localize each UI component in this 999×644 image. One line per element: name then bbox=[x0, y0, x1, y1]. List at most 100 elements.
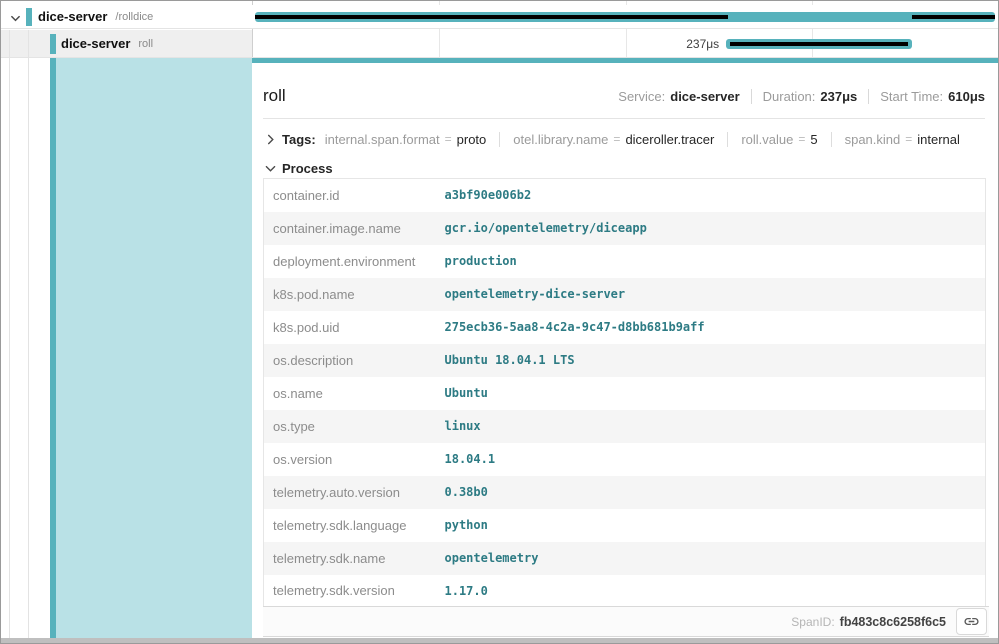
process-key: telemetry.auto.version bbox=[264, 476, 445, 509]
process-key: os.version bbox=[264, 443, 445, 476]
process-key: k8s.pod.name bbox=[264, 278, 445, 311]
process-table-row: telemetry.sdk.version1.17.0 bbox=[264, 575, 986, 608]
meta-divider bbox=[868, 89, 869, 104]
tags-label[interactable]: Tags: bbox=[282, 132, 316, 147]
meta-label: Duration: bbox=[763, 89, 816, 104]
process-key: container.id bbox=[264, 179, 445, 212]
tag-item: internal.span.format = proto bbox=[322, 132, 500, 147]
process-value: opentelemetry-dice-server bbox=[445, 278, 986, 311]
process-value: 0.38b0 bbox=[445, 476, 986, 509]
chevron-right-icon[interactable] bbox=[263, 134, 277, 145]
process-key: container.image.name bbox=[264, 212, 445, 245]
tag-key: internal.span.format bbox=[325, 132, 440, 147]
process-value: a3bf90e006b2 bbox=[445, 179, 986, 212]
meta-item: Duration: 237μs bbox=[763, 89, 858, 104]
process-key: deployment.environment bbox=[264, 245, 445, 278]
critical-path-segment bbox=[912, 15, 995, 19]
tag-equals: = bbox=[445, 132, 452, 146]
critical-path-segment bbox=[730, 42, 909, 46]
process-key-value-table: container.ida3bf90e006b2container.image.… bbox=[263, 178, 986, 608]
span-color-bar bbox=[50, 34, 56, 54]
meta-divider bbox=[751, 89, 752, 104]
span-timeline-rows: dice-server /rolldice dice-server roll 2… bbox=[1, 1, 998, 58]
tag-item: span.kind = internal bbox=[831, 132, 973, 147]
process-value: 18.04.1 bbox=[445, 443, 986, 476]
tag-key: span.kind bbox=[845, 132, 901, 147]
process-value: 1.17.0 bbox=[445, 575, 986, 608]
span-service-name: dice-server bbox=[61, 36, 130, 51]
meta-value: dice-server bbox=[670, 89, 739, 104]
process-key: telemetry.sdk.version bbox=[264, 575, 445, 608]
collapse-chevron-icon[interactable] bbox=[7, 10, 23, 26]
trace-detail-view: dice-server /rolldice dice-server roll 2… bbox=[0, 0, 999, 644]
spanid-label: SpanID: bbox=[791, 615, 834, 629]
process-key: os.type bbox=[264, 410, 445, 443]
process-table-row: container.ida3bf90e006b2 bbox=[264, 179, 986, 212]
spanid-value: fb483c8c6258f6c5 bbox=[840, 615, 946, 629]
tag-equals: = bbox=[905, 132, 912, 146]
tag-key: roll.value bbox=[741, 132, 793, 147]
selected-span-left-pane bbox=[1, 58, 252, 639]
tag-key: otel.library.name bbox=[513, 132, 608, 147]
window-bottom-edge bbox=[1, 638, 998, 643]
process-key: telemetry.sdk.name bbox=[264, 542, 445, 575]
process-value: python bbox=[445, 509, 986, 542]
process-table-row: os.typelinux bbox=[264, 410, 986, 443]
selected-span-highlight bbox=[56, 58, 252, 639]
tree-guide-line bbox=[9, 58, 10, 639]
process-label[interactable]: Process bbox=[282, 161, 333, 176]
process-table-row: k8s.pod.nameopentelemetry-dice-server bbox=[264, 278, 986, 311]
link-icon bbox=[963, 613, 980, 630]
span-row-rolldice[interactable]: dice-server /rolldice bbox=[1, 5, 998, 29]
span-detail-panel: roll Service: dice-server Duration: 237μs St… bbox=[252, 58, 998, 633]
span-detail-footer: SpanID: fb483c8c6258f6c5 bbox=[263, 606, 989, 637]
chevron-down-icon[interactable] bbox=[263, 164, 277, 173]
header-divider bbox=[263, 118, 985, 119]
process-key: os.name bbox=[264, 377, 445, 410]
span-row-roll[interactable]: dice-server roll 237μs bbox=[1, 30, 998, 58]
process-table-row: deployment.environmentproduction bbox=[264, 245, 986, 278]
span-row-label[interactable]: dice-server roll bbox=[1, 30, 252, 57]
tag-equals: = bbox=[798, 132, 805, 146]
span-duration-label: 237μs bbox=[686, 37, 726, 51]
span-bar-track bbox=[253, 5, 997, 28]
process-table-row: container.image.namegcr.io/opentelemetry… bbox=[264, 212, 986, 245]
tag-value: 5 bbox=[810, 132, 817, 147]
process-value: opentelemetry bbox=[445, 542, 986, 575]
tag-item: roll.value = 5 bbox=[727, 132, 830, 147]
span-meta: Service: dice-server Duration: 237μs Start T… bbox=[618, 89, 985, 104]
tags-summary: internal.span.format = proto otel.library.n… bbox=[322, 132, 973, 147]
process-section-toggle[interactable]: Process bbox=[263, 158, 333, 178]
process-table-row: os.descriptionUbuntu 18.04.1 LTS bbox=[264, 344, 986, 377]
span-detail-header: roll Service: dice-server Duration: 237μs St… bbox=[263, 75, 985, 117]
process-table-row: telemetry.auto.version0.38b0 bbox=[264, 476, 986, 509]
meta-label: Start Time: bbox=[880, 89, 943, 104]
process-key: k8s.pod.uid bbox=[264, 311, 445, 344]
tag-item: otel.library.name = diceroller.tracer bbox=[499, 132, 727, 147]
process-value: Ubuntu 18.04.1 LTS bbox=[445, 344, 986, 377]
process-value: linux bbox=[445, 410, 986, 443]
tag-value: internal bbox=[917, 132, 960, 147]
span-service-name: dice-server bbox=[38, 9, 107, 24]
process-table-row: k8s.pod.uid275ecb36-5aa8-4c2a-9c47-d8bb6… bbox=[264, 311, 986, 344]
span-title: roll bbox=[263, 86, 286, 106]
tag-equals: = bbox=[613, 132, 620, 146]
process-table-row: telemetry.sdk.languagepython bbox=[264, 509, 986, 542]
meta-value: 610μs bbox=[948, 89, 985, 104]
meta-label: Service: bbox=[618, 89, 665, 104]
span-bar-track: 237μs bbox=[253, 30, 997, 57]
critical-path-segment bbox=[255, 15, 727, 19]
meta-item: Start Time: 610μs bbox=[880, 89, 985, 104]
deep-link-button[interactable] bbox=[956, 608, 987, 635]
span-operation-name: roll bbox=[138, 38, 153, 50]
tags-section-toggle[interactable]: Tags: internal.span.format = proto otel.lib… bbox=[263, 125, 985, 153]
tag-value: diceroller.tracer bbox=[625, 132, 714, 147]
tree-guide-line bbox=[28, 58, 29, 639]
span-row-label[interactable]: dice-server /rolldice bbox=[1, 5, 252, 28]
process-value: 275ecb36-5aa8-4c2a-9c47-d8bb681b9aff bbox=[445, 311, 986, 344]
process-table-row: os.nameUbuntu bbox=[264, 377, 986, 410]
tag-value: proto bbox=[457, 132, 487, 147]
process-value: production bbox=[445, 245, 986, 278]
meta-value: 237μs bbox=[820, 89, 857, 104]
span-color-bar bbox=[26, 8, 32, 26]
